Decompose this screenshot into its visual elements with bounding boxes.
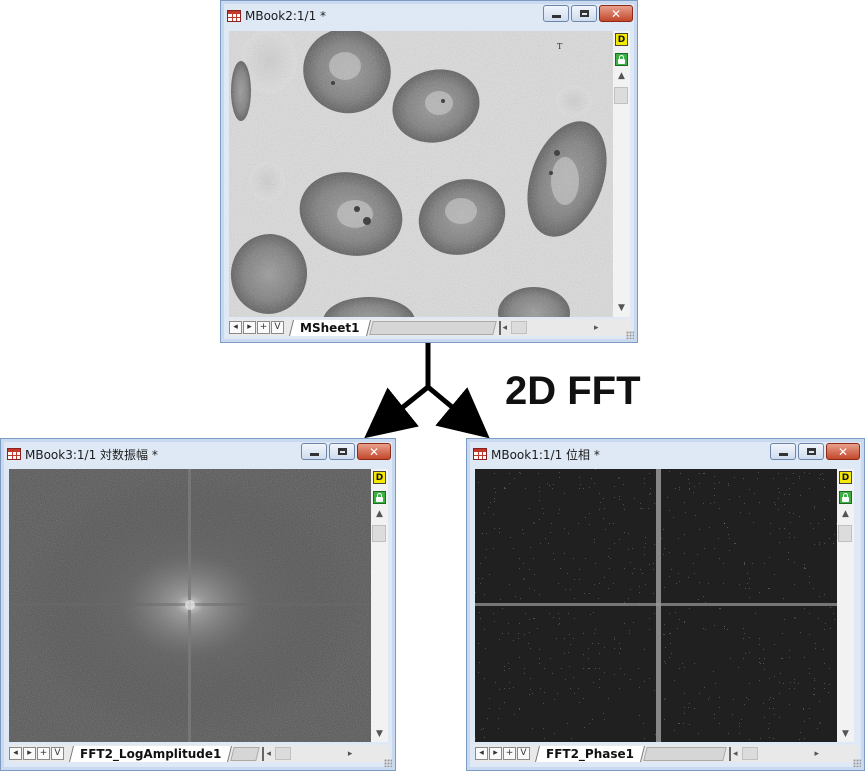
minimize-button[interactable] [301, 443, 327, 460]
phase-image-area[interactable] [475, 469, 837, 742]
image-marker: T [557, 42, 563, 51]
source-window[interactable]: MBook2:1/1 * ✕ T D ▲ ▼ ◂ ▸ + V MSheet1 ◂… [220, 0, 638, 343]
resize-grip-icon[interactable] [853, 759, 861, 767]
amplitude-vertical-scrollbar[interactable]: D ▲ ▼ [371, 469, 388, 742]
horizontal-scroll-thumb[interactable] [741, 747, 758, 760]
amplitude-image-area[interactable] [9, 469, 371, 742]
amplitude-window-title: MBook3:1/1 対数振幅 * [25, 447, 158, 462]
scroll-right-icon[interactable]: ▸ [814, 749, 819, 759]
source-image-area[interactable]: T [229, 31, 613, 317]
scroll-up-icon[interactable]: ▲ [613, 71, 630, 81]
nav-left-button[interactable]: ◂ [475, 747, 488, 760]
phase-vertical-scrollbar[interactable]: D ▲ ▼ [837, 469, 854, 742]
phase-sheet-bar: ◂ ▸ + V FFT2_Phase1 ◂ ▸ [475, 745, 858, 762]
minimize-icon [778, 453, 788, 456]
horizontal-scrollbar[interactable]: ◂ ▸ [503, 321, 603, 335]
phase-window[interactable]: MBook1:1/1 位相 * ✕ D ▲ ▼ ◂ ▸ + V FFT2_Pha… [466, 438, 865, 771]
scroll-left-icon[interactable]: ◂ [503, 323, 508, 333]
cell-micrograph: T [229, 31, 613, 317]
sheet-list-button[interactable]: V [51, 747, 64, 760]
sheet-tab[interactable]: FFT2_Phase1 [535, 745, 645, 762]
add-sheet-button[interactable]: + [37, 747, 50, 760]
amplitude-window[interactable]: MBook3:1/1 対数振幅 * ✕ D ▲ ▼ ◂ ▸ + V FFT2_L… [0, 438, 396, 771]
sheet-list-button[interactable]: V [271, 321, 284, 334]
phase-noise-image [475, 469, 837, 742]
maximize-icon [806, 448, 816, 455]
nav-right-button[interactable]: ▸ [23, 747, 36, 760]
d-badge-icon[interactable]: D [373, 471, 386, 484]
close-button[interactable]: ✕ [357, 443, 391, 460]
add-sheet-button[interactable]: + [503, 747, 516, 760]
horizontal-scroll-thumb[interactable] [274, 747, 291, 760]
scroll-right-icon[interactable]: ▸ [594, 323, 599, 333]
scroll-left-icon[interactable]: ◂ [266, 749, 271, 759]
lock-icon[interactable] [615, 53, 628, 66]
source-window-title: MBook2:1/1 * [245, 9, 327, 23]
resize-grip-icon[interactable] [384, 759, 392, 767]
close-button[interactable]: ✕ [826, 443, 860, 460]
nav-right-button[interactable]: ▸ [489, 747, 502, 760]
amplitude-titlebar[interactable]: MBook3:1/1 対数振幅 * ✕ [5, 442, 391, 466]
minimize-button[interactable] [770, 443, 796, 460]
sheet-tab[interactable]: MSheet1 [289, 319, 371, 336]
maximize-icon [337, 448, 347, 455]
resize-grip-icon[interactable] [626, 331, 634, 339]
close-icon: ✕ [837, 444, 849, 459]
arrow-left [364, 385, 430, 439]
maximize-button[interactable] [798, 443, 824, 460]
amplitude-sheet-bar: ◂ ▸ + V FFT2_LogAmplitude1 ◂ ▸ [9, 745, 389, 762]
workbook-icon [7, 448, 21, 460]
tab-filler [368, 320, 497, 335]
add-sheet-button[interactable]: + [257, 321, 270, 334]
horizontal-scrollbar[interactable]: ◂ ▸ [266, 747, 356, 761]
fft-label: 2D FFT [505, 369, 641, 413]
workbook-icon [473, 448, 487, 460]
scroll-splitter[interactable] [262, 746, 265, 761]
horizontal-scrollbar[interactable]: ◂ ▸ [733, 747, 823, 761]
nav-left-button[interactable]: ◂ [9, 747, 22, 760]
source-titlebar[interactable]: MBook2:1/1 * ✕ [225, 4, 633, 28]
maximize-button[interactable] [571, 5, 597, 22]
scroll-up-icon[interactable]: ▲ [371, 509, 388, 519]
lock-icon[interactable] [839, 491, 852, 504]
maximize-button[interactable] [329, 443, 355, 460]
vertical-scroll-thumb[interactable] [372, 525, 386, 542]
scroll-right-icon[interactable]: ▸ [348, 749, 353, 759]
tab-filler [643, 746, 727, 761]
minimize-icon [551, 15, 561, 18]
scroll-down-icon[interactable]: ▼ [371, 729, 388, 739]
horizontal-scroll-thumb[interactable] [511, 321, 528, 334]
scroll-left-icon[interactable]: ◂ [733, 749, 738, 759]
workbook-icon [227, 10, 241, 22]
phase-titlebar[interactable]: MBook1:1/1 位相 * ✕ [471, 442, 860, 466]
source-sheet-bar: ◂ ▸ + V MSheet1 ◂ ▸ [229, 319, 631, 336]
lock-icon[interactable] [373, 491, 386, 504]
minimize-button[interactable] [543, 5, 569, 22]
log-amplitude-spectrum [9, 469, 371, 742]
nav-right-button[interactable]: ▸ [243, 321, 256, 334]
d-badge-icon[interactable]: D [615, 33, 628, 46]
vertical-scroll-thumb[interactable] [838, 525, 852, 542]
vertical-scroll-thumb[interactable] [614, 87, 628, 104]
sheet-list-button[interactable]: V [517, 747, 530, 760]
tab-filler [230, 746, 261, 761]
close-button[interactable]: ✕ [599, 5, 633, 22]
close-icon: ✕ [610, 6, 622, 21]
d-badge-icon[interactable]: D [839, 471, 852, 484]
maximize-icon [579, 10, 589, 17]
arrow-right [426, 385, 490, 439]
sheet-tab[interactable]: FFT2_LogAmplitude1 [69, 745, 233, 762]
minimize-icon [309, 453, 319, 456]
phase-window-title: MBook1:1/1 位相 * [491, 447, 600, 462]
scroll-splitter[interactable] [498, 320, 501, 335]
scroll-down-icon[interactable]: ▼ [613, 303, 630, 313]
close-icon: ✕ [368, 444, 380, 459]
scroll-down-icon[interactable]: ▼ [837, 729, 854, 739]
scroll-up-icon[interactable]: ▲ [837, 509, 854, 519]
source-vertical-scrollbar[interactable]: D ▲ ▼ [613, 31, 630, 317]
nav-left-button[interactable]: ◂ [229, 321, 242, 334]
scroll-splitter[interactable] [729, 746, 731, 761]
